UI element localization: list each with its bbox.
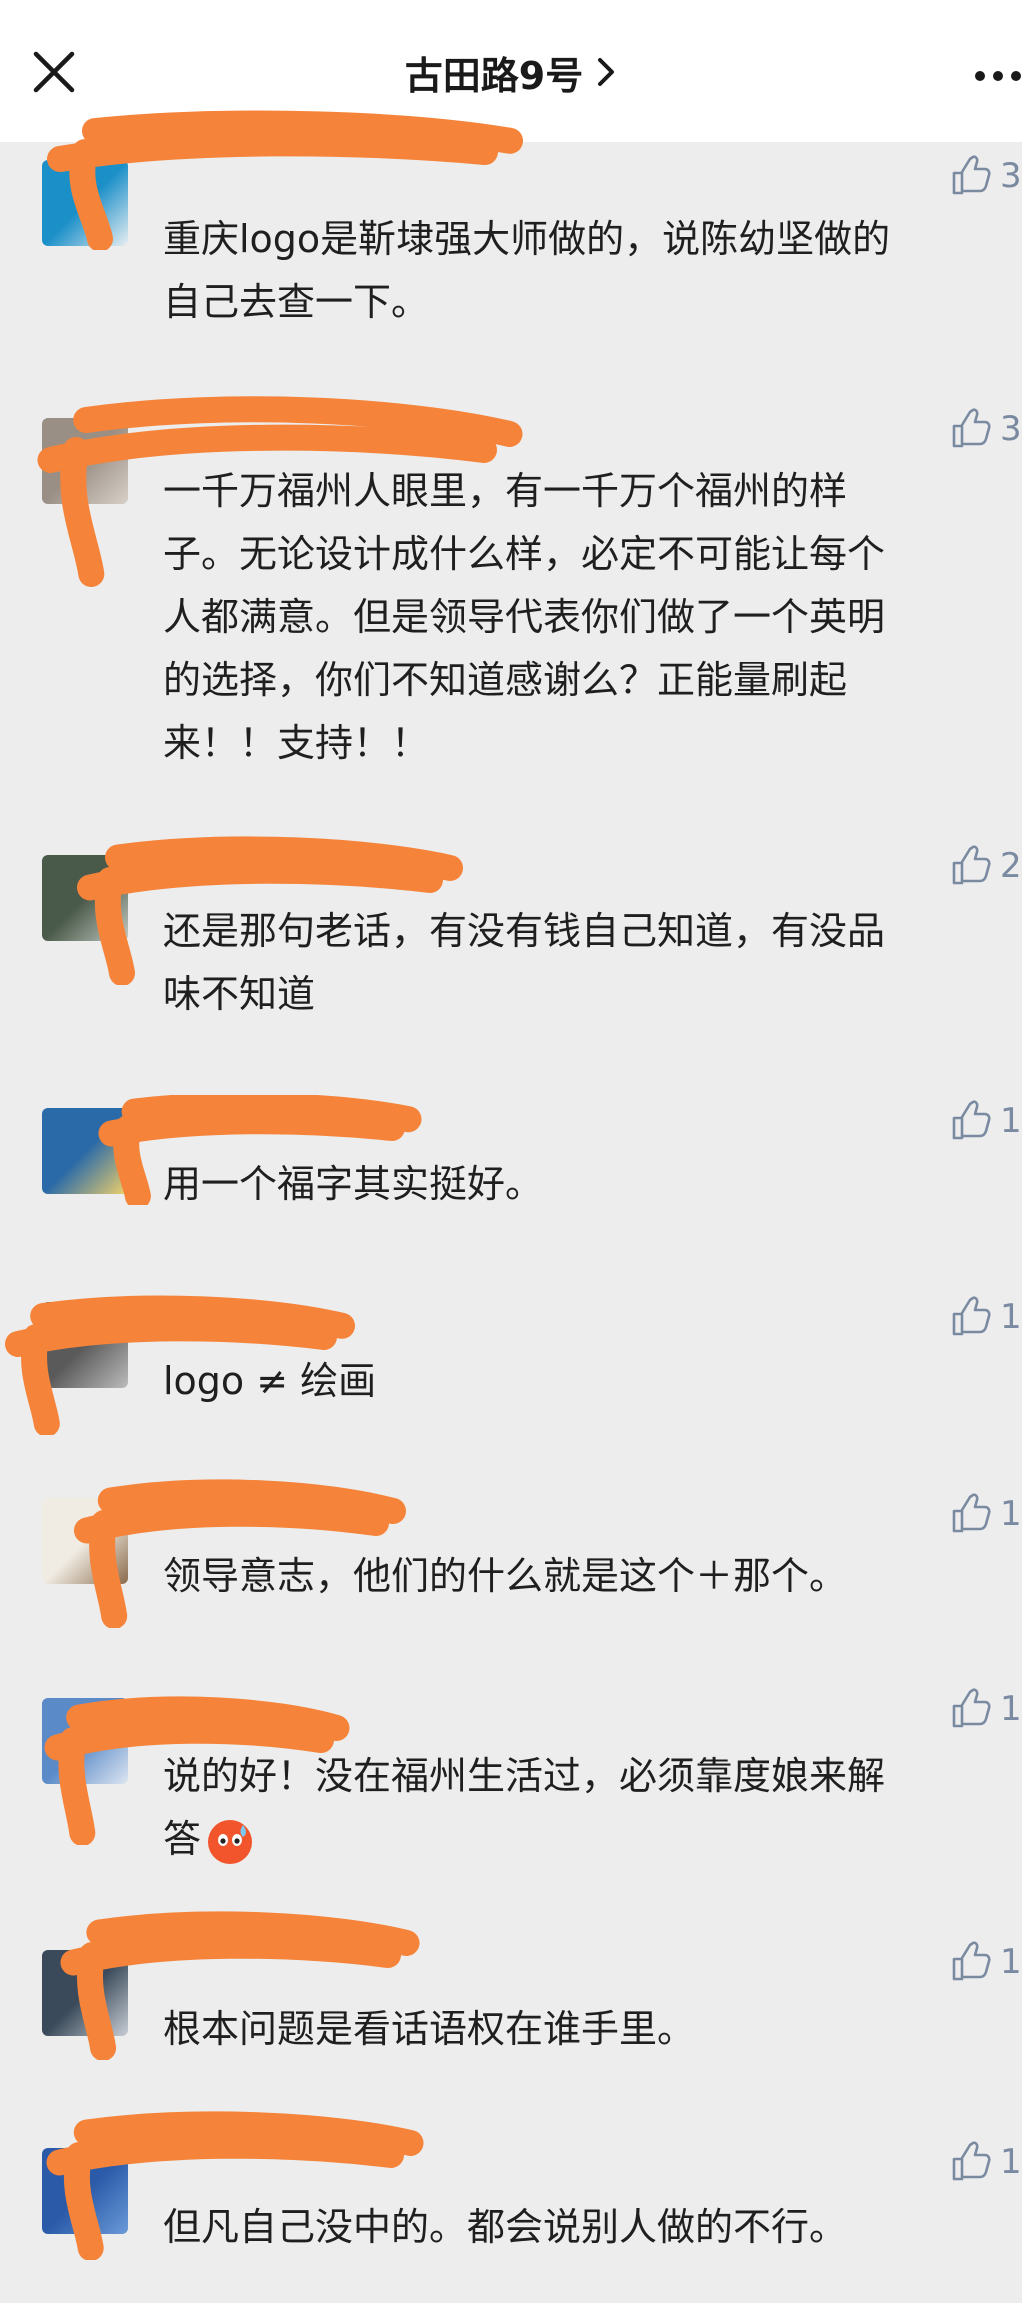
- like-button[interactable]: 3: [950, 405, 1022, 453]
- comment-text-line: 用一个福字其实挺好。: [163, 1162, 544, 1206]
- more-icon: [975, 71, 1021, 81]
- like-count: 2: [1000, 846, 1022, 886]
- avatar[interactable]: [42, 1950, 128, 2036]
- like-count: 1: [1000, 2142, 1022, 2182]
- thumbs-up-icon: [952, 408, 991, 448]
- commenter-name[interactable]: [163, 860, 543, 900]
- avatar[interactable]: [42, 855, 128, 941]
- avatar[interactable]: [42, 1698, 128, 1784]
- comment-text-line: 但凡自己没中的。都会说别人做的不行。: [163, 2205, 848, 2249]
- like-count: 1: [1000, 1942, 1022, 1982]
- comment-text-line: 重庆logo是靳埭强大师做的，说陈幼坚做的: [163, 217, 891, 261]
- like-button[interactable]: 3: [950, 152, 1022, 200]
- avatar[interactable]: [42, 1498, 128, 1584]
- comment-text-line: 来！！支持！！: [163, 721, 430, 765]
- like-button[interactable]: 1: [950, 1685, 1022, 1733]
- like-count: 3: [1000, 156, 1022, 196]
- like-button[interactable]: 1: [950, 2138, 1022, 2186]
- avatar[interactable]: [42, 418, 128, 504]
- like-count: 1: [1000, 1101, 1022, 1141]
- comment-text-line: 领导意志，他们的什么就是这个＋那个。: [163, 1554, 848, 1598]
- thumbs-up-icon: [952, 1941, 991, 1981]
- thumbs-up-icon: [952, 1688, 991, 1728]
- commenter-name[interactable]: [163, 2156, 543, 2196]
- commenter-name[interactable]: [163, 1113, 543, 1153]
- thumbs-up-icon: [952, 155, 991, 195]
- like-count: 1: [1000, 1494, 1022, 1534]
- page-title: 古田路9号: [404, 53, 584, 98]
- like-count: 1: [1000, 1297, 1022, 1337]
- commenter-name[interactable]: [163, 420, 543, 460]
- chevron-right-icon: [595, 55, 617, 89]
- top-bar: 古田路9号: [0, 0, 1022, 142]
- comment-text-line: 说的好！没在福州生活过，必须靠度娘来解: [163, 1754, 886, 1798]
- like-button[interactable]: 1: [950, 1490, 1022, 1538]
- hot-face-emoji: [208, 1819, 253, 1864]
- comment-text-line: 答: [163, 1808, 1022, 1871]
- comment-text-line: 的选择，你们不知道感谢么？正能量刷起: [163, 658, 848, 702]
- commenter-name[interactable]: [163, 1958, 543, 1998]
- commenter-name[interactable]: [163, 1505, 543, 1545]
- comment-text-line: 子。无论设计成什么样，必定不可能让每个: [163, 532, 886, 576]
- comment-text-line: logo ≠ 绘画: [163, 1359, 377, 1403]
- thumbs-up-icon: [952, 1100, 991, 1140]
- comment-text-line: 还是那句老话，有没有钱自己知道，有没品: [163, 909, 886, 953]
- like-button[interactable]: 2: [950, 842, 1022, 890]
- avatar[interactable]: [42, 2148, 128, 2234]
- like-count: 1: [1000, 1689, 1022, 1729]
- thumbs-up-icon: [952, 2141, 991, 2181]
- like-count: 3: [1000, 409, 1022, 449]
- avatar[interactable]: [42, 1108, 128, 1194]
- like-button[interactable]: 1: [950, 1293, 1022, 1341]
- commenter-name[interactable]: [163, 1310, 543, 1350]
- thumbs-up-icon: [952, 1296, 991, 1336]
- thumbs-up-icon: [952, 845, 991, 885]
- more-button[interactable]: [970, 56, 1022, 96]
- comment-text-line: 一千万福州人眼里，有一千万个福州的样: [163, 469, 848, 513]
- comment-text-line: 味不知道: [163, 972, 316, 1016]
- avatar[interactable]: [42, 1302, 128, 1388]
- comment-text-line: 根本问题是看话语权在谁手里。: [163, 2007, 696, 2051]
- commenter-name[interactable]: [163, 1705, 543, 1745]
- comment-text-line: 人都满意。但是领导代表你们做了一个英明: [163, 595, 886, 639]
- article-title-link[interactable]: 古田路9号: [0, 40, 1022, 104]
- like-button[interactable]: 1: [950, 1938, 1022, 1986]
- thumbs-up-icon: [952, 1493, 991, 1533]
- like-button[interactable]: 1: [950, 1097, 1022, 1145]
- comment-text-line: 自己去查一下。: [163, 280, 430, 324]
- commenter-name[interactable]: [163, 168, 543, 208]
- avatar[interactable]: [42, 160, 128, 246]
